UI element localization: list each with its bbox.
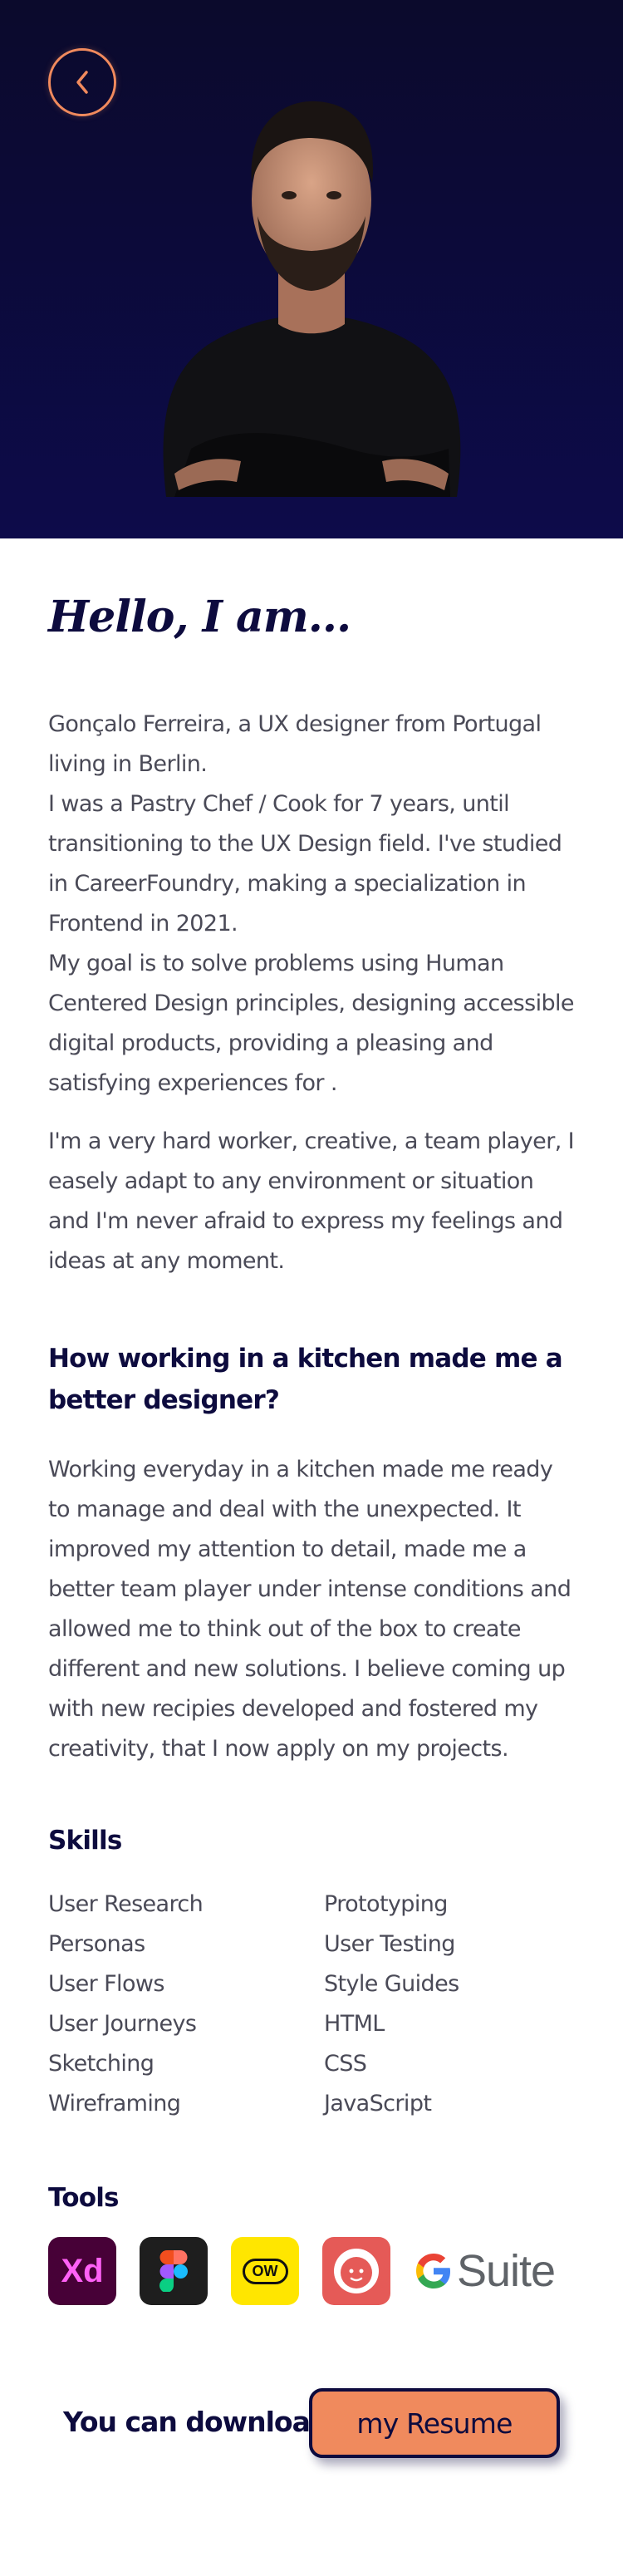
skill-item: Personas xyxy=(48,1931,145,1957)
hero-section xyxy=(0,0,623,538)
lookback-icon xyxy=(322,2237,390,2305)
skill-item: Wireframing xyxy=(48,2091,181,2116)
skill-item: Style Guides xyxy=(324,1971,459,1997)
about-paragraph-1: Gonçalo Ferreira, a UX designer from Por… xyxy=(48,711,575,1096)
skills-list-right: Prototyping User Testing Style Guides HT… xyxy=(324,1885,573,2124)
figma-icon xyxy=(140,2237,208,2305)
google-g-icon xyxy=(416,2254,450,2288)
resume-button[interactable]: my Resume xyxy=(309,2388,560,2458)
back-button[interactable] xyxy=(48,48,116,116)
skill-item: User Testing xyxy=(324,1931,455,1957)
skill-item: User Journeys xyxy=(48,2011,197,2037)
adobe-xd-icon: Xd xyxy=(48,2237,116,2305)
profile-photo xyxy=(163,101,461,497)
skill-item: HTML xyxy=(324,2011,385,2037)
skills-list-left: User Research Personas User Flows User J… xyxy=(48,1885,297,2124)
kitchen-paragraph: Working everyday in a kitchen made me re… xyxy=(48,1457,571,1762)
skill-item: User Flows xyxy=(48,1971,164,1997)
skills-heading: Skills xyxy=(48,1826,122,1856)
gsuite-logo: Suite xyxy=(414,2245,556,2297)
about-paragraph-2: I'm a very hard worker, creative, a team… xyxy=(48,1128,575,1274)
skill-item: JavaScript xyxy=(324,2091,432,2116)
chevron-left-icon xyxy=(76,71,88,94)
skill-item: CSS xyxy=(324,2051,367,2077)
skill-item: Prototyping xyxy=(324,1891,448,1917)
about-heading: Hello, I am... xyxy=(48,592,351,642)
download-label: You can download xyxy=(63,2406,329,2438)
kitchen-heading: How working in a kitchen made me a bette… xyxy=(48,1344,563,1415)
tools-list: Xd OW Suite xyxy=(48,2237,556,2305)
skill-item: Sketching xyxy=(48,2051,155,2077)
skill-item: User Research xyxy=(48,1891,204,1917)
tools-heading: Tools xyxy=(48,2183,120,2213)
optimal-workshop-icon: OW xyxy=(231,2237,299,2305)
